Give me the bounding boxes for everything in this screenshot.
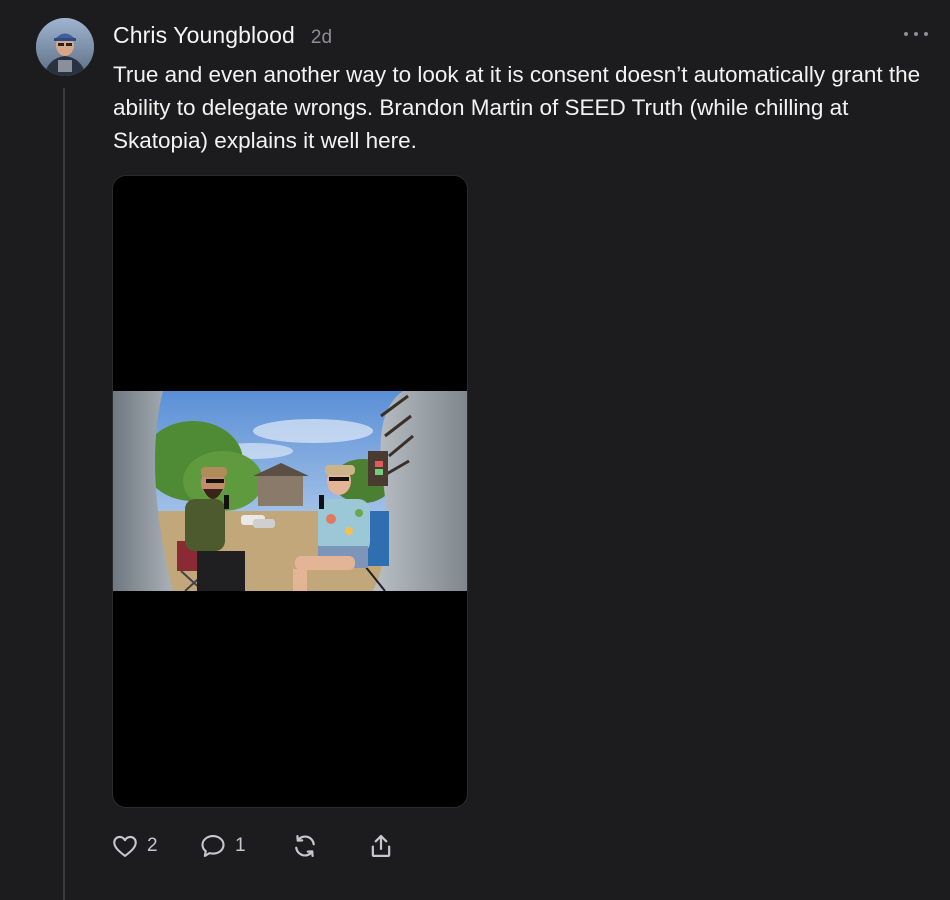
repost-button[interactable]	[291, 832, 319, 860]
reply-count: 1	[235, 835, 246, 856]
reply-button[interactable]: 1	[199, 832, 255, 860]
like-count: 2	[147, 835, 158, 856]
repost-icon	[295, 834, 315, 858]
share-icon	[371, 834, 391, 858]
thread-line	[63, 88, 65, 900]
post-header: Chris Youngblood 2d	[113, 22, 332, 49]
timestamp[interactable]: 2d	[311, 27, 332, 49]
like-button[interactable]: 2	[111, 832, 173, 860]
action-bar: 2 1	[111, 828, 395, 864]
video-embed[interactable]	[112, 175, 468, 808]
share-button[interactable]	[367, 832, 395, 860]
author-name[interactable]: Chris Youngblood	[113, 22, 295, 49]
post: Chris Youngblood 2d True and even anothe…	[0, 0, 950, 900]
video-frame	[113, 391, 467, 591]
post-text: True and even another way to look at it …	[113, 62, 921, 153]
avatar[interactable]	[36, 18, 94, 76]
speech-bubble-icon	[201, 835, 225, 857]
more-horizontal-icon[interactable]	[904, 26, 928, 42]
heart-icon	[113, 835, 137, 857]
